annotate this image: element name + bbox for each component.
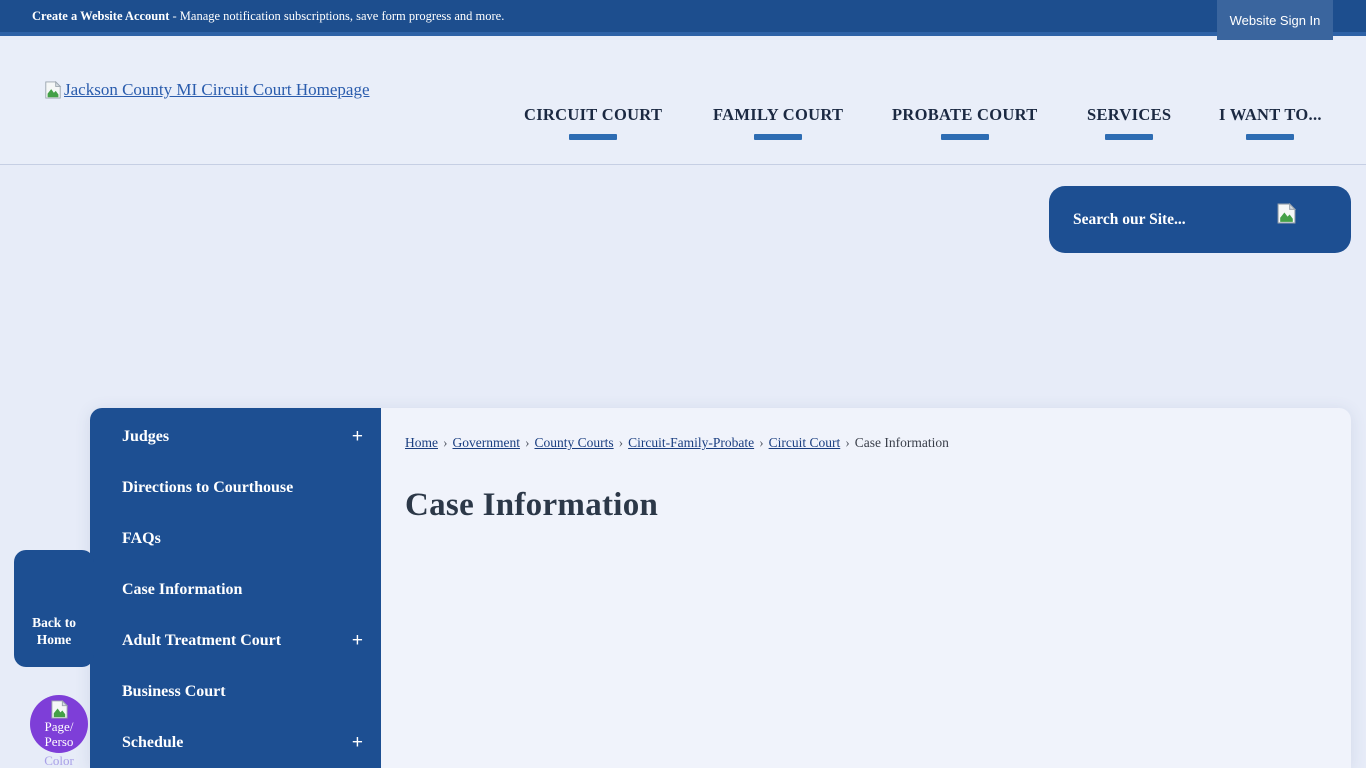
header bbox=[0, 40, 1366, 165]
breadcrumb-circuit-family-probate[interactable]: Circuit-Family-Probate bbox=[628, 435, 754, 450]
nav-i-want-to[interactable]: I WANT TO... bbox=[1219, 105, 1322, 140]
nav-family-court[interactable]: FAMILY COURT bbox=[713, 105, 843, 140]
back-to-home-label-line1: Back to bbox=[32, 614, 76, 632]
nav-probate-court[interactable]: PROBATE COURT bbox=[892, 105, 1038, 140]
page-title: Case Information bbox=[405, 487, 658, 524]
page-personalization-widget[interactable]: Page/ Perso Color bbox=[30, 695, 88, 768]
sidebar-item-judges[interactable]: Judges + bbox=[90, 411, 381, 462]
nav-underline-bar bbox=[1105, 134, 1153, 140]
breadcrumb-separator: › bbox=[443, 435, 448, 450]
site-logo-alt-text: Jackson County MI Circuit Court Homepage bbox=[64, 80, 370, 100]
nav-underline-bar bbox=[941, 134, 989, 140]
personalization-circle-button[interactable]: Page/ Perso bbox=[30, 695, 88, 753]
sidebar-item-label: Directions to Courthouse bbox=[122, 479, 293, 497]
sidebar-item-label: Adult Treatment Court bbox=[122, 632, 281, 650]
nav-label: SERVICES bbox=[1087, 105, 1171, 125]
sidebar-item-schedule[interactable]: Schedule + bbox=[90, 717, 381, 768]
plus-expand-icon[interactable]: + bbox=[352, 630, 363, 652]
widget-alt-text-overflow: Color bbox=[30, 753, 88, 768]
plus-expand-icon[interactable]: + bbox=[352, 426, 363, 448]
plus-expand-icon[interactable]: + bbox=[352, 732, 363, 754]
sidebar-item-label: Case Information bbox=[122, 581, 242, 599]
breadcrumb: Home › Government › County Courts › Circuit-Fa… bbox=[405, 435, 949, 451]
nav-label: I WANT TO... bbox=[1219, 105, 1322, 125]
breadcrumb-separator: › bbox=[525, 435, 530, 450]
breadcrumb-circuit-court[interactable]: Circuit Court bbox=[769, 435, 841, 450]
breadcrumb-government[interactable]: Government bbox=[453, 435, 520, 450]
nav-label: PROBATE COURT bbox=[892, 105, 1038, 125]
sidebar-item-label: FAQs bbox=[122, 530, 161, 548]
create-account-link-bold[interactable]: Create a Website Account bbox=[32, 9, 169, 23]
nav-circuit-court[interactable]: CIRCUIT COURT bbox=[524, 105, 662, 140]
top-utility-bar: Create a Website Account - Manage notifi… bbox=[0, 0, 1366, 36]
breadcrumb-current: Case Information bbox=[855, 435, 949, 450]
breadcrumb-separator: › bbox=[759, 435, 764, 450]
widget-alt-text-line: Page/ bbox=[45, 719, 74, 734]
create-account-tail: - Manage notification subscriptions, sav… bbox=[169, 9, 504, 23]
site-logo-link[interactable]: Jackson County MI Circuit Court Homepage bbox=[44, 80, 370, 100]
back-to-home-label-line2: Home bbox=[37, 631, 72, 649]
sidebar-item-faqs[interactable]: FAQs bbox=[90, 513, 381, 564]
broken-image-icon bbox=[44, 81, 62, 99]
nav-underline-bar bbox=[569, 134, 617, 140]
sidebar-item-label: Schedule bbox=[122, 734, 183, 752]
sidebar-item-adult-treatment-court[interactable]: Adult Treatment Court + bbox=[90, 615, 381, 666]
sidebar-item-business-court[interactable]: Business Court bbox=[90, 666, 381, 717]
sidebar-item-directions-to-courthouse[interactable]: Directions to Courthouse bbox=[90, 462, 381, 513]
sidebar-item-label: Business Court bbox=[122, 683, 226, 701]
search-input[interactable]: Search our Site... bbox=[1073, 186, 1186, 253]
site-search-box[interactable]: Search our Site... bbox=[1049, 186, 1351, 253]
back-to-home-button[interactable]: Back to Home bbox=[14, 550, 94, 667]
nav-label: CIRCUIT COURT bbox=[524, 105, 662, 125]
create-account-link[interactable]: Create a Website Account - Manage notifi… bbox=[32, 9, 504, 24]
breadcrumb-home[interactable]: Home bbox=[405, 435, 438, 450]
breadcrumb-county-courts[interactable]: County Courts bbox=[534, 435, 613, 450]
website-sign-in-button[interactable]: Website Sign In bbox=[1217, 0, 1333, 40]
page-root: { "top_bar": { "account_link_bold": "Cre… bbox=[0, 0, 1366, 768]
nav-underline-bar bbox=[1246, 134, 1294, 140]
sidebar-item-case-information[interactable]: Case Information bbox=[90, 564, 381, 615]
widget-broken-image-icon bbox=[50, 700, 69, 719]
nav-label: FAMILY COURT bbox=[713, 105, 843, 125]
widget-alt-text-line: Perso bbox=[45, 734, 74, 749]
nav-services[interactable]: SERVICES bbox=[1087, 105, 1171, 140]
search-broken-image-icon[interactable] bbox=[1276, 203, 1297, 224]
nav-underline-bar bbox=[754, 134, 802, 140]
breadcrumb-separator: › bbox=[619, 435, 624, 450]
sidebar-nav: Judges + Directions to Courthouse FAQs C… bbox=[90, 408, 381, 768]
breadcrumb-separator: › bbox=[845, 435, 850, 450]
sidebar-item-label: Judges bbox=[122, 428, 169, 446]
